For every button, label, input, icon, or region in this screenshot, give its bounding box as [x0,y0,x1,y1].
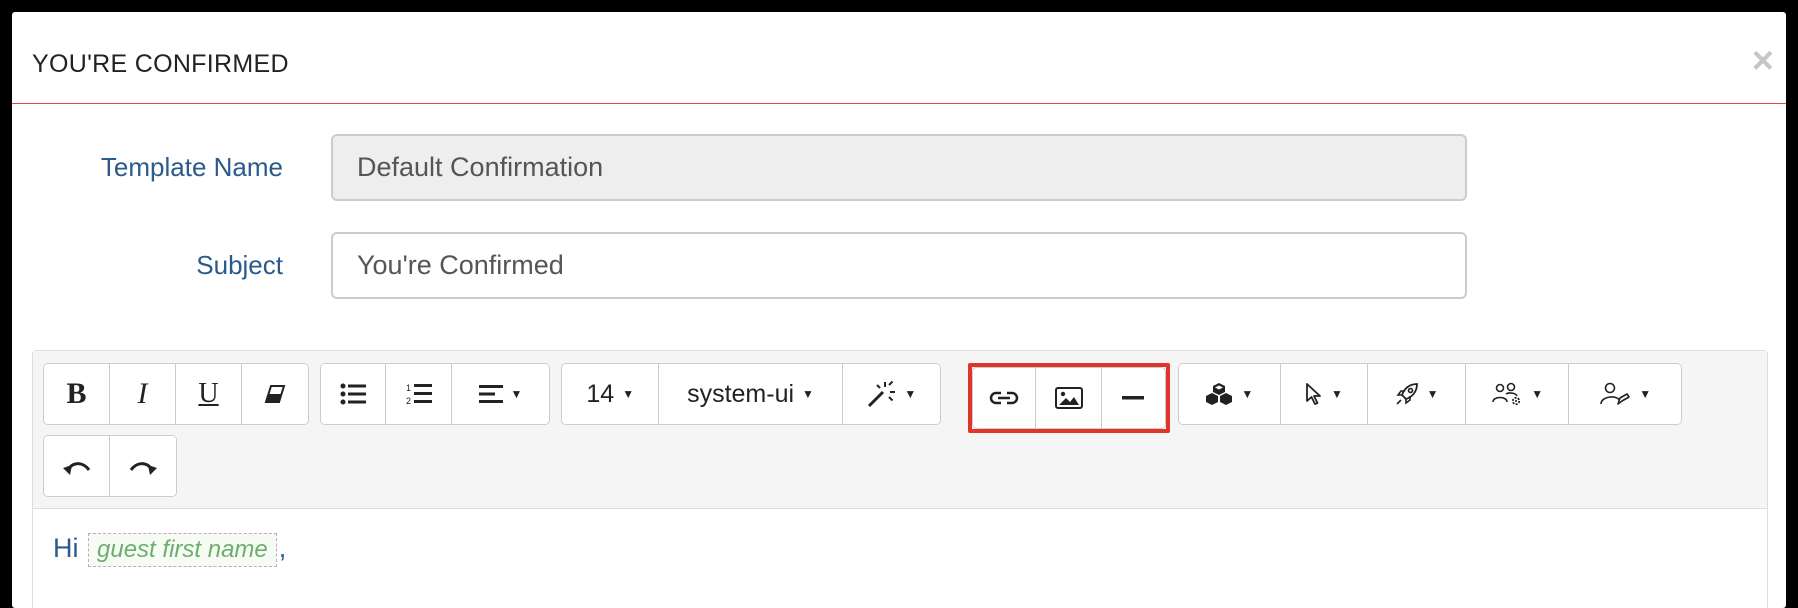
template-name-label: Template Name [100,152,283,182]
svg-text:1: 1 [406,383,411,393]
unordered-list-icon [340,383,367,405]
close-button[interactable]: × [1752,42,1774,80]
italic-button[interactable]: I [110,364,176,424]
chevron-down-icon: ▼ [1426,387,1439,401]
chevron-down-icon: ▼ [802,387,814,401]
editor-toolbar: B I U 1 2 ▼ 14 ▼ system-ui ▼ ▼ ▼ ▼ ▼ ▼ ▼ [33,351,1767,509]
style-dropdown[interactable]: ▼ [842,364,940,424]
modal-header: YOU'RE CONFIRMED × [12,12,1786,104]
chevron-down-icon: ▼ [904,387,917,401]
chevron-down-icon: ▼ [622,387,635,401]
link-button[interactable] [973,368,1037,428]
font-family-dropdown[interactable]: system-ui ▼ [659,364,843,424]
background-overlay [0,0,1798,12]
template-name-input[interactable] [331,134,1467,201]
horizontal-rule-button[interactable] [1101,368,1165,428]
image-icon [1054,387,1083,409]
align-dropdown[interactable]: ▼ [451,364,549,424]
blocks-dropdown[interactable]: ▼ [1179,364,1281,424]
custom-tools-group: ▼ ▼ ▼ ▼ ▼ [1178,363,1682,425]
trailing-punctuation: , [278,533,287,563]
clear-format-button[interactable] [242,364,308,424]
user-pen-icon [1600,382,1631,405]
chevron-down-icon: ▼ [1639,387,1652,401]
underline-icon: U [198,378,219,409]
font-size-dropdown[interactable]: 14 ▼ [562,364,660,424]
align-icon [478,385,503,403]
bold-button[interactable]: B [44,364,110,424]
rocket-icon [1396,383,1418,405]
svg-text:2: 2 [406,396,411,406]
chevron-down-icon: ▼ [510,387,523,401]
history-group [43,435,177,497]
ordered-list-button[interactable]: 1 2 [386,364,452,424]
paragraph-group: 1 2 ▼ [320,363,550,425]
insert-group [972,367,1166,429]
eraser-icon [264,385,286,403]
greeting-text: Hi [53,533,79,563]
pointer-dropdown[interactable]: ▼ [1280,364,1369,424]
font-style-group: B I U [43,363,309,425]
image-button[interactable] [1036,368,1102,428]
chevron-down-icon: ▼ [1531,387,1544,401]
user-fields-dropdown[interactable]: ▼ [1569,364,1681,424]
pointer-icon [1306,383,1321,405]
rich-text-editor: B I U 1 2 ▼ 14 ▼ system-ui ▼ ▼ ▼ ▼ ▼ ▼ ▼… [32,350,1768,608]
undo-icon [62,462,90,475]
merge-field-guest-first-name[interactable]: guest first name [88,533,277,567]
guests-dropdown[interactable]: ▼ [1465,364,1570,424]
redo-icon [129,462,157,475]
font-group: 14 ▼ system-ui ▼ ▼ [561,363,941,425]
subject-input[interactable] [331,232,1467,299]
underline-button[interactable]: U [176,364,242,424]
bold-icon: B [66,377,87,410]
italic-icon: I [137,377,148,410]
confirmation-template-modal: YOU'RE CONFIRMED × Template Name Subject… [12,12,1786,608]
cubes-icon [1206,383,1233,405]
launch-dropdown[interactable]: ▼ [1368,364,1466,424]
users-gear-icon [1492,382,1521,406]
magic-wand-icon [868,380,896,408]
font-size-value: 14 [586,379,615,408]
font-family-value: system-ui [687,379,795,408]
link-icon [989,391,1019,405]
chevron-down-icon: ▼ [1241,387,1254,401]
redo-button[interactable] [110,436,176,496]
horizontal-rule-icon [1122,396,1145,400]
ordered-list-icon: 1 2 [406,383,432,406]
editor-content[interactable]: Hi guest first name, [33,509,1767,608]
template-name-row: Template Name [12,134,1786,202]
subject-label: Subject [196,250,283,280]
unordered-list-button[interactable] [321,364,387,424]
modal-title: YOU'RE CONFIRMED [32,50,289,78]
undo-button[interactable] [44,436,110,496]
chevron-down-icon: ▼ [1330,387,1343,401]
subject-row: Subject [12,232,1786,300]
